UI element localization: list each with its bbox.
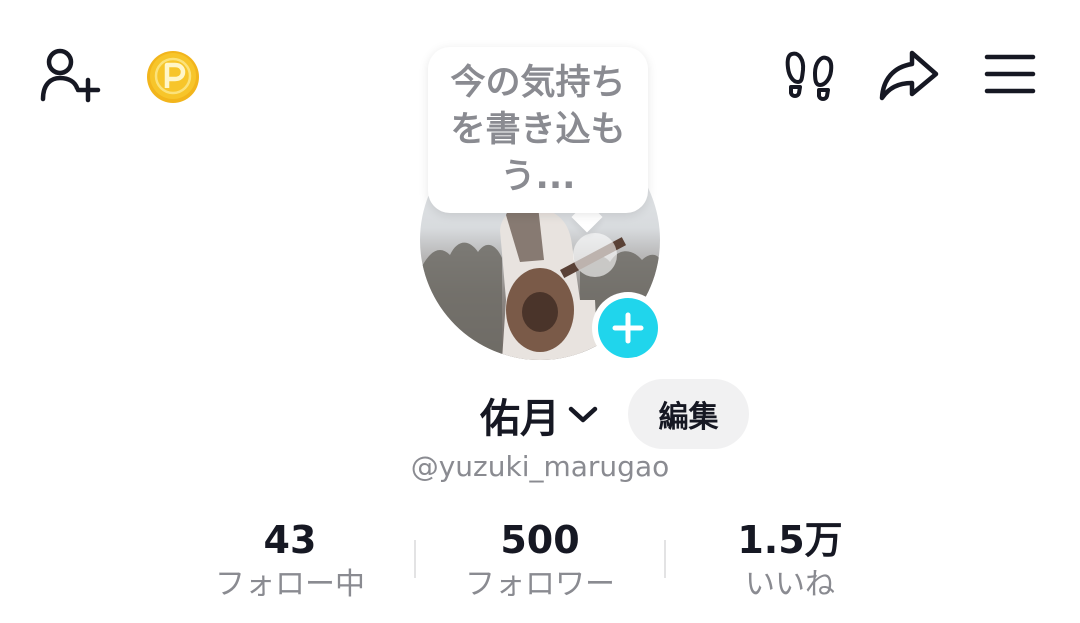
add-friend-button[interactable] xyxy=(38,44,102,104)
stat-followers[interactable]: 500 フォロワー xyxy=(430,515,650,605)
stat-following[interactable]: 43 フォロー中 xyxy=(180,515,400,605)
stat-following-value: 43 xyxy=(263,518,317,562)
menu-icon xyxy=(984,54,1036,94)
stat-divider xyxy=(664,540,666,578)
username: @yuzuki_marugao xyxy=(0,450,1080,483)
stat-likes-value: 1.5万 xyxy=(737,518,843,562)
share-icon xyxy=(879,50,939,101)
chevron-down-icon xyxy=(568,406,598,423)
menu-button[interactable] xyxy=(984,52,1036,96)
coin-button[interactable] xyxy=(146,50,200,104)
edit-profile-button[interactable]: 編集 xyxy=(628,379,749,449)
footprints-button[interactable] xyxy=(784,48,836,102)
stat-following-label: フォロー中 xyxy=(215,567,365,602)
share-button[interactable] xyxy=(878,48,940,102)
coin-icon xyxy=(147,51,199,103)
stat-likes[interactable]: 1.5万 いいね xyxy=(680,515,900,605)
plus-icon xyxy=(612,312,644,344)
stat-likes-label: いいね xyxy=(745,567,835,602)
display-name: 佑月 xyxy=(480,396,560,442)
status-bubble[interactable]: 今の気持ちを書き込もう... xyxy=(428,47,648,213)
stat-divider xyxy=(414,540,416,578)
display-name-button[interactable]: 佑月 xyxy=(480,385,598,445)
stat-followers-label: フォロワー xyxy=(465,567,615,602)
footprints-icon xyxy=(785,51,834,101)
stat-followers-value: 500 xyxy=(500,518,580,562)
status-bubble-text: 今の気持ちを書き込もう... xyxy=(450,62,626,197)
username-text: @yuzuki_marugao xyxy=(410,450,670,483)
add-friend-icon xyxy=(40,48,101,103)
add-story-button[interactable] xyxy=(592,292,664,364)
